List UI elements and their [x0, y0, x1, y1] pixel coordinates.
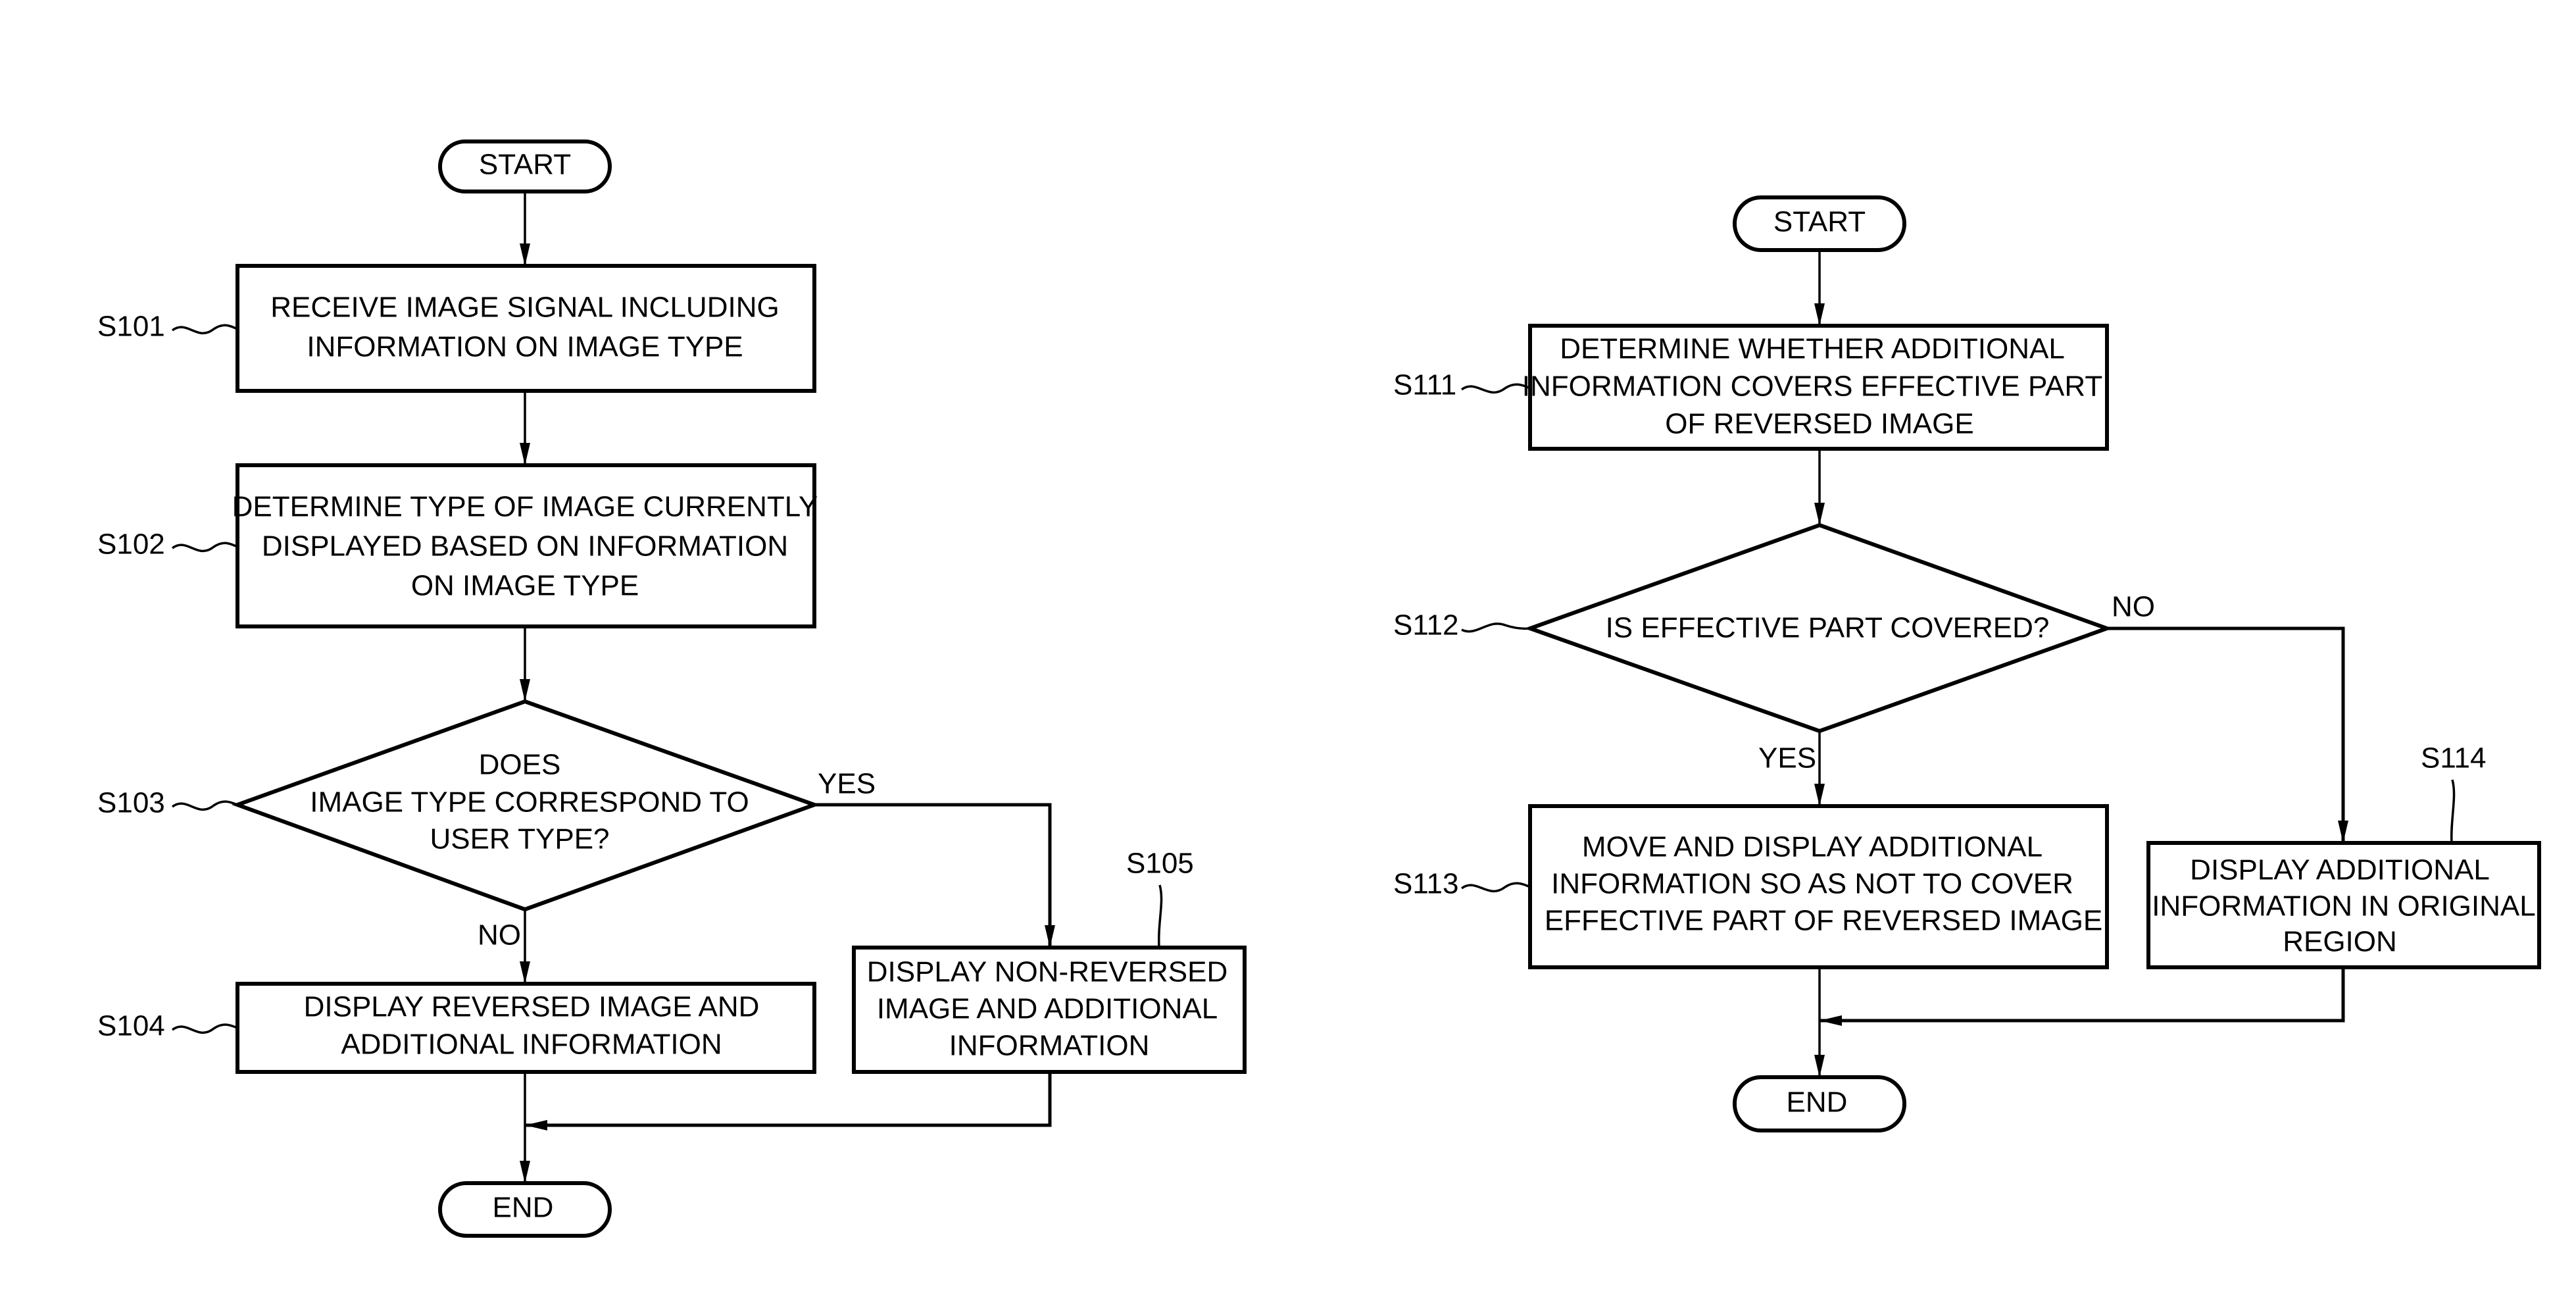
- step-id-label: S104: [97, 1010, 165, 1042]
- flowchart-canvas: START RECEIVE IMAGE SIGNAL INCLUDING INF…: [97, 140, 2541, 1238]
- left-flowchart: START RECEIVE IMAGE SIGNAL INCLUDING INF…: [97, 140, 1247, 1238]
- leader-line: [1460, 383, 1531, 394]
- step-text-line: DISPLAYED BASED ON INFORMATION: [262, 530, 788, 563]
- right-start-terminal: START: [1733, 195, 1906, 252]
- left-end-terminal: END: [438, 1181, 612, 1238]
- merge-connector-line: [525, 1072, 1052, 1127]
- process-box-s102: DETERMINE TYPE OF IMAGE CURRENTLY DISPLA…: [232, 463, 818, 628]
- yes-branch-label: YES: [1758, 742, 1816, 774]
- step-text-line: MOVE AND DISPLAY ADDITIONAL: [1582, 831, 2043, 863]
- process-box-s113: MOVE AND DISPLAY ADDITIONAL INFORMATION …: [1528, 804, 2109, 969]
- process-box-s114: DISPLAY ADDITIONAL INFORMATION IN ORIGIN…: [2146, 841, 2541, 969]
- no-branch-label: NO: [2112, 591, 2155, 623]
- leader-line: [171, 800, 238, 811]
- arrow-head-icon: [2338, 821, 2348, 843]
- end-label: END: [493, 1192, 554, 1224]
- step-id-label: S111: [1393, 369, 1456, 401]
- step-text-line: INFORMATION ON IMAGE TYPE: [307, 331, 743, 363]
- process-shape: [235, 264, 816, 393]
- merge-connector-line: [1820, 967, 2345, 1023]
- arrow-head-icon: [520, 243, 530, 266]
- arrow-head-icon: [525, 1120, 547, 1130]
- leader-line: [171, 1023, 238, 1034]
- step-id-label: S113: [1393, 868, 1459, 900]
- step-text-line: IS EFFECTIVE PART COVERED?: [1606, 612, 2050, 644]
- arrow-head-icon: [1814, 784, 1825, 806]
- end-label: END: [1787, 1086, 1848, 1119]
- decision-diamond-s112: IS EFFECTIVE PART COVERED?: [1524, 522, 2113, 734]
- leader-line: [1460, 882, 1531, 893]
- arrow-head-icon: [520, 443, 530, 465]
- process-box-s105: DISPLAY NON-REVERSED IMAGE AND ADDITIONA…: [852, 946, 1247, 1074]
- arrow-head-icon: [1820, 1015, 1842, 1026]
- step-id-label: S103: [97, 787, 165, 819]
- process-box-s111: DETERMINE WHETHER ADDITIONAL INFORMATION…: [1522, 324, 2109, 451]
- leader-line: [171, 324, 238, 335]
- step-text-line: REGION: [2283, 926, 2397, 958]
- step-text-line: DISPLAY NON-REVERSED: [867, 956, 1228, 988]
- arrow-head-icon: [520, 679, 530, 701]
- decision-diamond-s103: DOES IMAGE TYPE CORRESPOND TO USER TYPE?: [232, 699, 820, 912]
- right-end-terminal: END: [1733, 1075, 1906, 1132]
- step-id-label: S101: [97, 311, 165, 343]
- start-label: START: [479, 149, 571, 181]
- step-text-line: DETERMINE WHETHER ADDITIONAL: [1560, 333, 2065, 365]
- process-box-s101: RECEIVE IMAGE SIGNAL INCLUDING INFORMATI…: [235, 264, 816, 393]
- step-text-line: INFORMATION IN ORIGINAL: [2152, 890, 2535, 923]
- right-flowchart: START DETERMINE WHETHER ADDITIONAL INFOR…: [1393, 195, 2541, 1132]
- step-text-line: INFORMATION SO AS NOT TO COVER: [1551, 868, 2073, 900]
- step-text-line: EFFECTIVE PART OF REVERSED IMAGE: [1545, 905, 2102, 937]
- no-branch-label: NO: [478, 919, 521, 952]
- yes-branch-label: YES: [818, 768, 876, 800]
- step-text-line: RECEIVE IMAGE SIGNAL INCLUDING: [270, 292, 779, 324]
- step-text-line: USER TYPE?: [430, 823, 609, 855]
- yes-connector-line: [814, 803, 1052, 948]
- step-id-label: S102: [97, 528, 165, 561]
- leader-line: [171, 542, 238, 553]
- arrow-head-icon: [1814, 503, 1825, 525]
- arrow-head-icon: [520, 961, 530, 984]
- step-text-line: DOES: [479, 749, 561, 781]
- process-box-s104: DISPLAY REVERSED IMAGE AND ADDITIONAL IN…: [235, 982, 816, 1074]
- step-text-line: OF REVERSED IMAGE: [1665, 408, 1973, 440]
- leader-line: [1157, 884, 1163, 948]
- no-connector-line: [2107, 626, 2345, 843]
- step-text-line: DISPLAY REVERSED IMAGE AND: [304, 991, 760, 1023]
- left-start-terminal: START: [438, 140, 612, 193]
- arrow-head-icon: [1814, 303, 1825, 326]
- step-text-line: INFORMATION COVERS EFFECTIVE PART: [1522, 370, 2103, 403]
- step-text-line: ADDITIONAL INFORMATION: [341, 1028, 722, 1061]
- step-text-line: ON IMAGE TYPE: [411, 570, 639, 602]
- step-id-label: S114: [2421, 742, 2487, 774]
- step-text-line: IMAGE AND ADDITIONAL: [877, 993, 1218, 1025]
- step-text-line: INFORMATION: [949, 1030, 1150, 1062]
- arrow-head-icon: [520, 1161, 530, 1183]
- step-text-line: IMAGE TYPE CORRESPOND TO: [310, 786, 749, 819]
- step-text-line: DETERMINE TYPE OF IMAGE CURRENTLY: [232, 491, 818, 523]
- step-text-line: DISPLAY ADDITIONAL: [2190, 854, 2490, 886]
- arrow-head-icon: [1814, 1055, 1825, 1077]
- leader-line: [1461, 622, 1531, 633]
- step-id-label: S105: [1126, 848, 1194, 880]
- step-id-label: S112: [1393, 609, 1459, 642]
- start-label: START: [1773, 206, 1866, 238]
- leader-line: [2450, 779, 2456, 844]
- arrow-head-icon: [1045, 925, 1055, 948]
